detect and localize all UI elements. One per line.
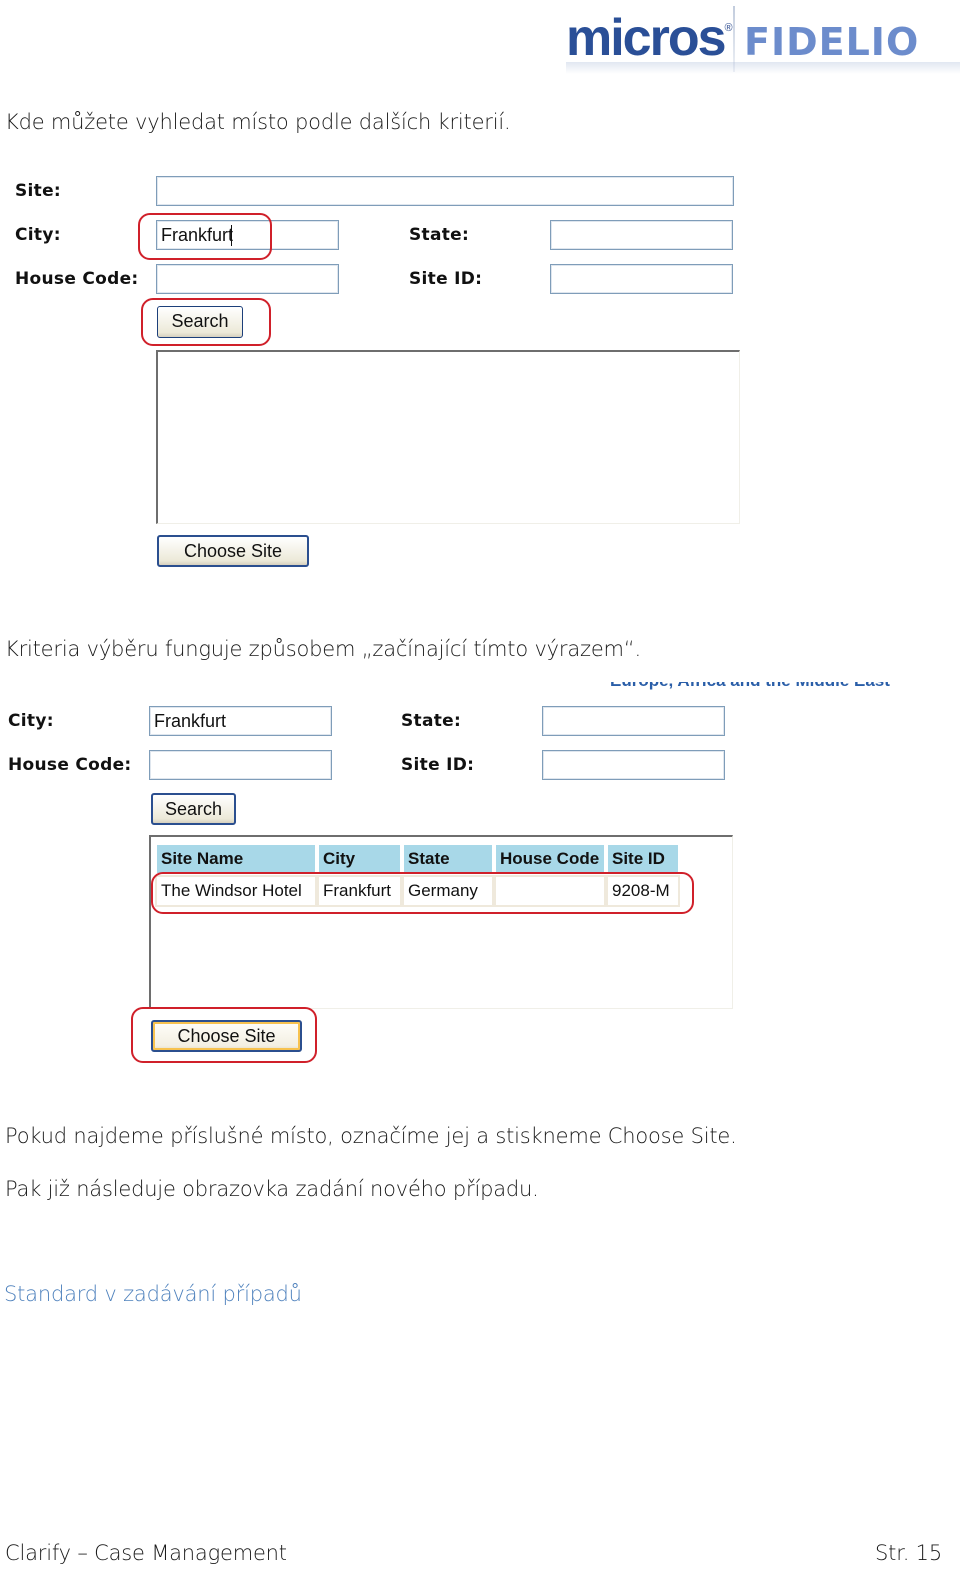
- site-id-input[interactable]: [550, 264, 733, 294]
- footer-title: Clarify – Case Management: [5, 1541, 287, 1565]
- intro-paragraph: Kde můžete vyhledat místo podle dalších …: [5, 110, 511, 134]
- footer-page-number: Str. 15: [875, 1541, 942, 1565]
- choose-site-highlight: [131, 1007, 317, 1063]
- site-id-label-2: Site ID:: [401, 755, 475, 775]
- criteria-paragraph: Kriteria výběru funguje způsobem „začína…: [5, 637, 641, 661]
- house-code-input[interactable]: [156, 264, 339, 294]
- site-input[interactable]: [156, 176, 734, 206]
- state-input-2[interactable]: [542, 706, 725, 736]
- city-label: City:: [15, 225, 61, 245]
- city-highlight: [138, 213, 272, 260]
- state-label: State:: [409, 225, 470, 245]
- house-code-label: House Code:: [15, 269, 139, 289]
- house-code-input-2[interactable]: [149, 750, 332, 780]
- logo-fidelio-wordmark: FIDELIO: [744, 20, 920, 64]
- city-label-2: City:: [8, 711, 54, 731]
- search-button-2[interactable]: Search: [151, 793, 236, 825]
- paragraph-next-screen: Pak již následuje obrazovka zadání novéh…: [5, 1177, 539, 1201]
- column-header-house-code[interactable]: House Code: [496, 845, 604, 873]
- site-label: Site:: [15, 181, 62, 201]
- section-link-standard[interactable]: Standard v zadávání případů: [4, 1282, 302, 1306]
- search-highlight: [141, 298, 271, 346]
- state-label-2: State:: [401, 711, 462, 731]
- city-input-2[interactable]: [149, 706, 332, 736]
- column-header-site-name[interactable]: Site Name: [157, 845, 315, 873]
- micros-fidelio-logo: micros® FIDELIO: [566, 6, 960, 74]
- column-header-state[interactable]: State: [404, 845, 492, 873]
- results-header-row: Site Name City State House Code Site ID: [157, 845, 678, 873]
- site-id-label: Site ID:: [409, 269, 483, 289]
- results-listbox-empty[interactable]: [156, 350, 740, 524]
- region-title-clipped: Europe, Africa and the Middle East: [610, 682, 932, 691]
- paragraph-choose-site: Pokud najdeme příslušné místo, označíme …: [5, 1124, 737, 1148]
- column-header-city[interactable]: City: [319, 845, 400, 873]
- logo-micros-wordmark: micros®: [566, 9, 733, 67]
- logo-reflection: [566, 62, 960, 74]
- site-id-input-2[interactable]: [542, 750, 725, 780]
- result-row-highlight: [151, 872, 694, 914]
- state-input[interactable]: [550, 220, 733, 250]
- house-code-label-2: House Code:: [8, 755, 132, 775]
- column-header-site-id[interactable]: Site ID: [608, 845, 678, 873]
- choose-site-button[interactable]: Choose Site: [157, 535, 309, 567]
